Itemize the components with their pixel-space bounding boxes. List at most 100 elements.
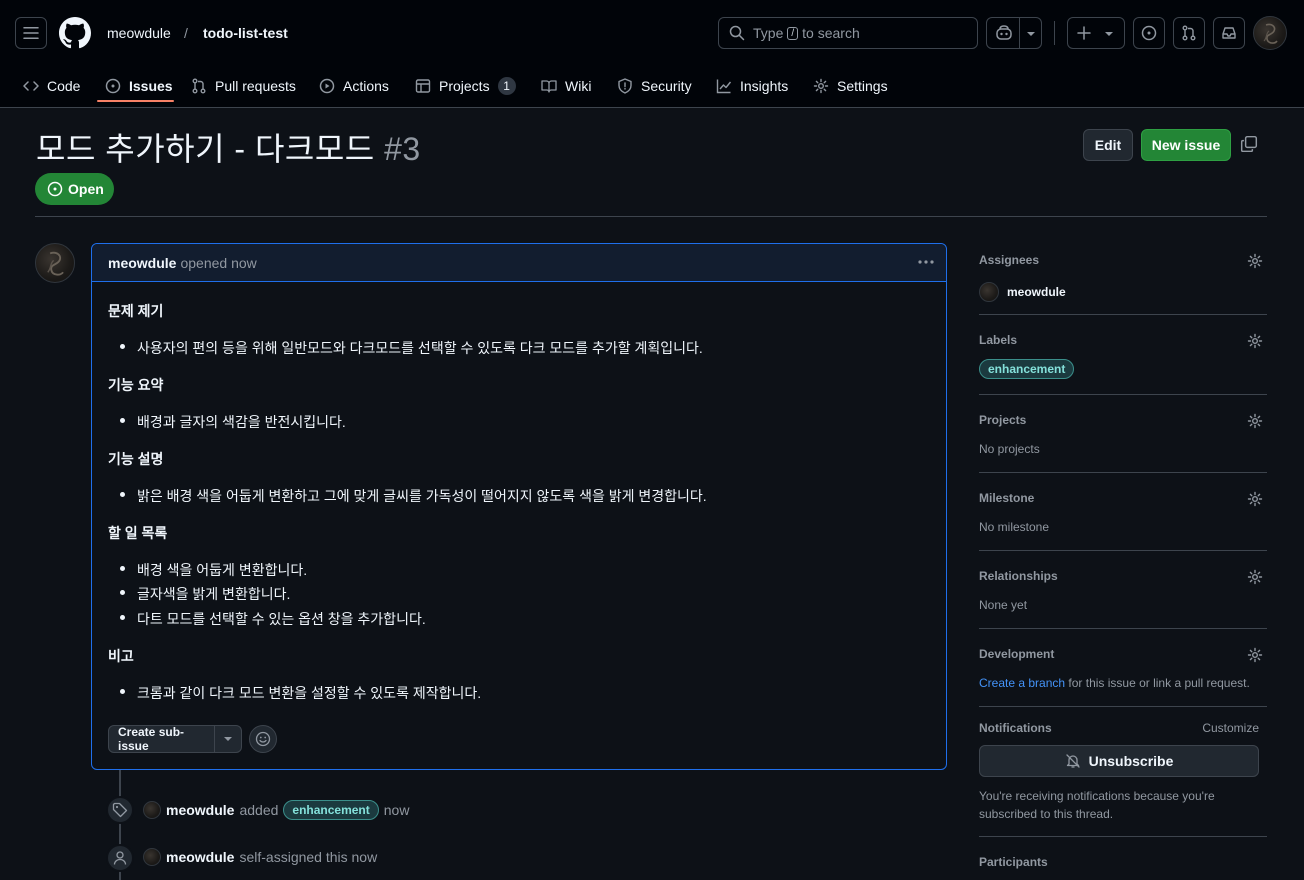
user-avatar[interactable] [1253,16,1287,50]
assignees-settings-button[interactable] [1247,253,1263,269]
avatar-art-icon [1263,23,1278,44]
issue-opened-icon [47,181,63,197]
event-avatar[interactable] [143,801,161,819]
active-tab-indicator [97,100,174,102]
issue-state-badge: Open [35,173,114,205]
gear-icon [1247,647,1263,663]
list-item: 배경 색을 어둡게 변환합니다. [120,560,307,580]
breadcrumb-owner[interactable]: meowdule [107,25,171,41]
edit-button[interactable]: Edit [1083,129,1133,161]
issue-opened-icon [105,78,121,94]
gear-icon [1247,569,1263,585]
section-heading: 비고 [108,648,134,664]
event-label[interactable]: enhancement [283,800,379,820]
hamburger-icon [23,27,39,39]
list-item: 사용자의 편의 등을 위해 일반모드와 다크모드를 선택할 수 있도록 다크 모… [120,338,703,358]
unsubscribe-button[interactable]: Unsubscribe [979,745,1259,777]
projects-settings-button[interactable] [1247,413,1263,429]
breadcrumb-repo[interactable]: todo-list-test [203,25,288,41]
timeline-event-labeled: meowdule added enhancement now [143,800,409,820]
event-avatar[interactable] [143,848,161,866]
timeline-label-badge [106,796,134,824]
tab-label: Issues [129,78,173,94]
search-suffix: to search [802,25,860,41]
chevron-down-icon [1027,32,1035,36]
add-reaction-button[interactable] [249,725,277,753]
search-icon [729,25,745,41]
sidebar-assignees: Assignees meowdule [979,253,1267,303]
tab-insights[interactable]: Insights [716,66,788,106]
labels-settings-button[interactable] [1247,333,1263,349]
customize-link[interactable]: Customize [1202,721,1259,735]
tab-code[interactable]: Code [23,66,80,106]
inbox-button[interactable] [1213,17,1245,49]
copilot-icon [996,25,1012,40]
create-sub-issue-button[interactable]: Create sub-issue [108,725,242,753]
tab-pull-requests[interactable]: Pull requests [191,66,296,106]
relationships-title: Relationships [979,569,1058,583]
issue-opened-icon [1141,25,1157,41]
bell-slash-icon [1065,754,1080,768]
list-item: 배경과 글자의 색감을 반전시킵니다. [120,412,346,432]
comment-options-button[interactable] [916,252,936,272]
sidebar-divider [979,394,1267,395]
event-user[interactable]: meowdule [166,849,234,865]
tab-security[interactable]: Security [617,66,692,106]
create-sub-issue-label[interactable]: Create sub-issue [109,725,215,753]
assignee-entry[interactable]: meowdule [979,282,1066,302]
repo-header: meowdule / todo-list-test Type / to sear… [0,0,1304,108]
table-icon [415,79,431,93]
tab-label: Security [641,78,692,94]
tab-label: Insights [740,78,789,94]
issue-title-text: 모드 추가하기 - 다크모드 [36,131,375,167]
comment-author-avatar[interactable] [35,243,75,283]
search-prefix: Type [753,25,784,41]
event-user[interactable]: meowdule [166,802,234,818]
sub-issue-dropdown[interactable] [215,736,241,742]
section-heading: 할 일 목록 [108,525,168,541]
list-item: 크롬과 같이 다크 모드 변환을 설정할 수 있도록 제작합니다. [120,683,481,703]
list-item: 다트 모드를 선택할 수 있는 옵션 창을 추가합니다. [120,609,426,629]
labels-title: Labels [979,333,1018,347]
tab-actions[interactable]: Actions [319,66,389,106]
avatar-art-icon [47,251,64,276]
tab-projects[interactable]: Projects 1 [415,66,516,106]
label-enhancement[interactable]: enhancement [979,359,1075,379]
comment-author[interactable]: meowdule [108,255,176,271]
participants-title: Participants [979,855,1048,869]
search-input[interactable]: Type / to search [718,17,978,49]
sidebar-development: Development Create a branch for this iss… [979,647,1267,697]
chevron-down-icon [224,737,232,741]
create-new-button[interactable] [1067,17,1125,49]
relationships-settings-button[interactable] [1247,569,1263,585]
graph-icon [716,79,732,94]
section-heading: 문제 제기 [108,303,164,319]
tab-label: Actions [343,78,389,94]
comment-meta: opened now [180,254,257,271]
copilot-button[interactable] [986,17,1042,49]
new-issue-button[interactable]: New issue [1141,129,1231,161]
development-rest: for this issue or link a pull request. [1068,676,1250,690]
search-shortcut-key: / [787,26,799,40]
list-item: 밝은 배경 색을 어둡게 변환하고 그에 맞게 글씨를 가독성이 떨어지지 않도… [120,486,707,506]
github-logo-icon[interactable] [59,17,91,49]
assignee-avatar [979,282,999,302]
copy-link-button[interactable] [1240,135,1258,153]
issue-body-comment: meowdule opened now 문제 제기 사용자의 편의 등을 위해 … [91,243,947,770]
issues-button[interactable] [1133,17,1165,49]
milestone-settings-button[interactable] [1247,491,1263,507]
event-action: self-assigned this now [239,849,378,865]
tab-label: Code [47,78,81,94]
pull-requests-button[interactable] [1173,17,1205,49]
code-icon [23,81,39,91]
tab-settings[interactable]: Settings [813,66,888,106]
create-branch-link[interactable]: Create a branch [979,676,1065,690]
inbox-icon [1222,27,1236,39]
breadcrumb-separator: / [184,25,188,41]
development-value: Create a branch for this issue or link a… [979,676,1250,690]
menu-button[interactable] [15,17,47,49]
unsubscribe-label: Unsubscribe [1088,753,1174,769]
tab-wiki[interactable]: Wiki [541,66,591,106]
development-settings-button[interactable] [1247,647,1263,663]
smiley-icon [255,731,271,747]
